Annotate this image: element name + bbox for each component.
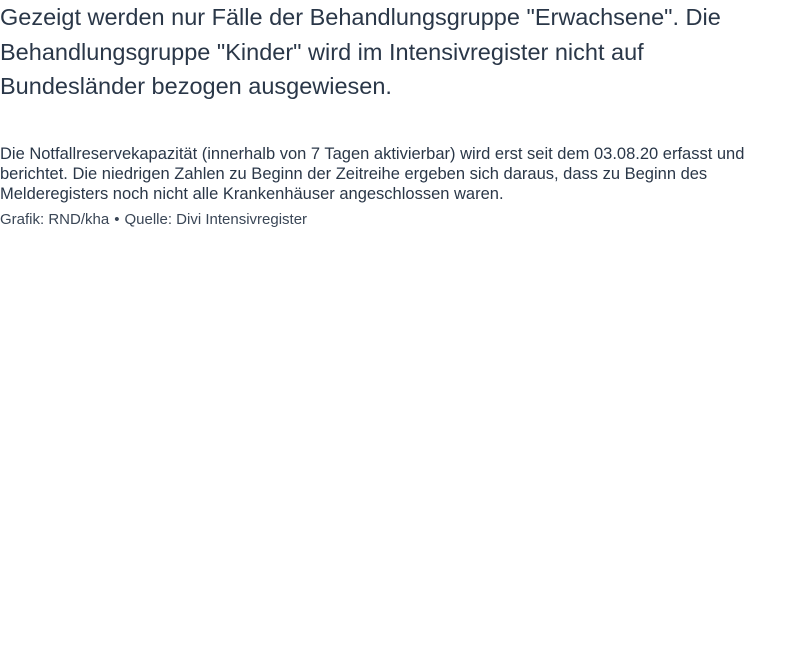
- intro-text: Gezeigt werden nur Fälle der Behandlungs…: [0, 4, 721, 99]
- source-credit: Quelle: Divi Intensivregister: [124, 211, 308, 228]
- methodology-note: Die Notfallreservekapazität (innerhalb v…: [0, 145, 745, 203]
- credit-separator: •: [114, 211, 120, 228]
- credits-line: Grafik: RND/kha • Quelle: Divi Intensivreg…: [0, 210, 790, 230]
- graphic-credit: Grafik: RND/kha: [0, 211, 110, 228]
